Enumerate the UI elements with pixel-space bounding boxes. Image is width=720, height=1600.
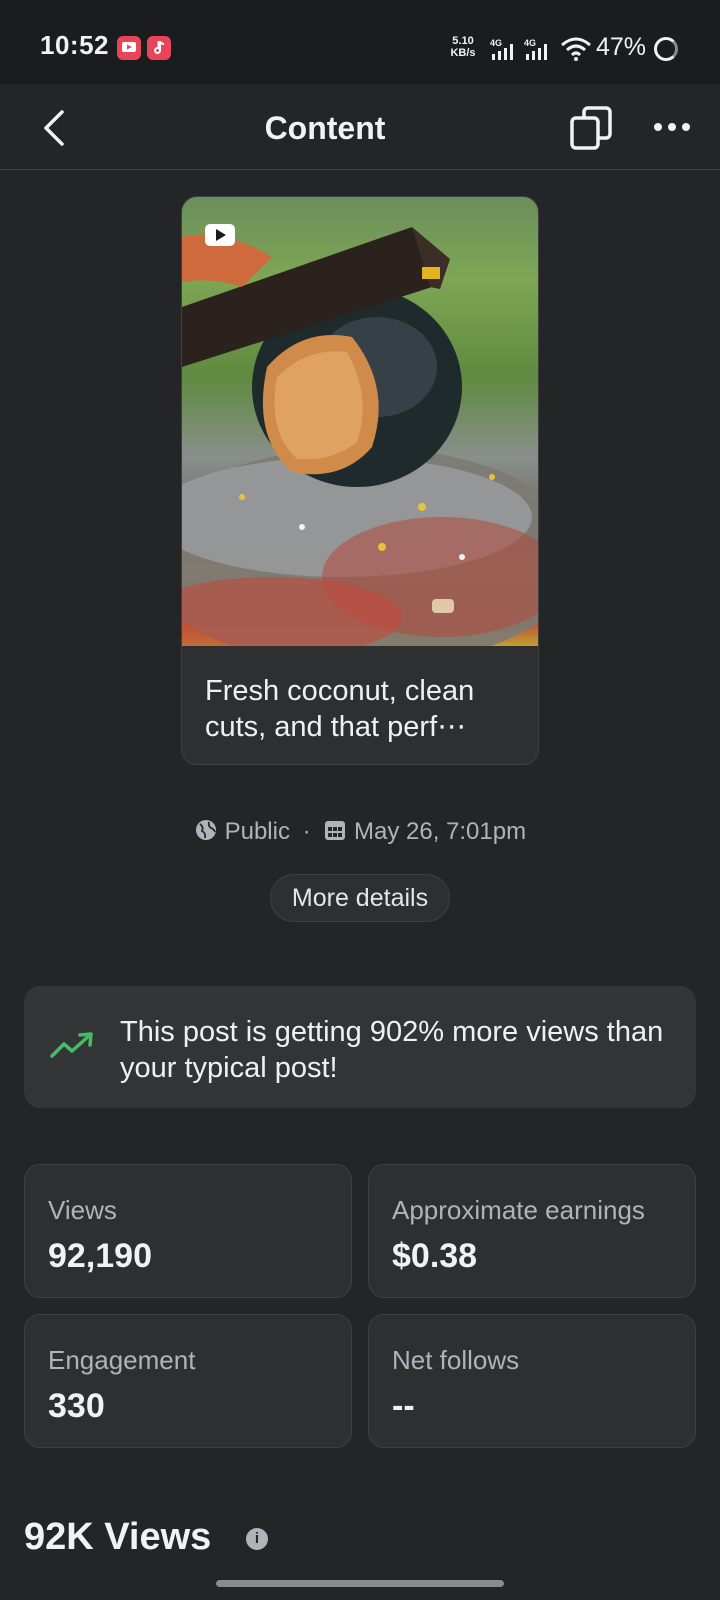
visibility-label: Public [224,818,290,845]
post-preview-card[interactable]: Fresh coconut, clean cuts, and that perf… [181,196,539,765]
status-bar: 10:52 5.10 KB/s 4G 4G 47% [0,0,720,84]
network-speed: 5.10 KB/s [450,35,476,59]
stat-label: Approximate earnings [392,1195,645,1225]
stat-label: Views [48,1195,117,1225]
meta-separator: · [302,818,311,845]
insight-text: This post is getting 902% more views tha… [120,1016,664,1084]
signal-label: 4G [490,38,502,48]
calendar-icon [325,821,346,840]
page-title: Content [264,110,386,146]
battery-icon [654,37,678,61]
post-meta: Public · May 26, 7:01pm [0,818,720,846]
home-indicator[interactable] [216,1580,504,1587]
post-date: May 26, 7:01pm [353,818,527,845]
more-options-button[interactable] [650,108,694,146]
app-header: Content [0,84,720,170]
views-section-title: 92K Views [24,1516,212,1558]
stat-value: $0.38 [392,1237,478,1275]
stat-card-engagement[interactable]: Engagement 330 [24,1314,352,1448]
coconut-photo-illustration [182,227,538,646]
globe-icon [195,820,216,840]
post-thumbnail[interactable] [182,197,538,646]
stat-value: 92,190 [48,1237,152,1275]
copy-icon [570,106,612,150]
stat-label: Engagement [48,1345,196,1375]
stat-card-views[interactable]: Views 92,190 [24,1164,352,1298]
signal-label: 4G [524,38,536,48]
wifi-icon [561,37,591,61]
trending-up-icon [50,1032,93,1058]
stat-card-earnings[interactable]: Approximate earnings $0.38 [368,1164,696,1298]
video-app-notification-icon [117,36,141,60]
video-play-icon [205,224,235,246]
more-details-button[interactable]: More details [270,874,450,922]
status-time: 10:52 [40,30,109,60]
stat-value: -- [392,1387,415,1425]
more-horizontal-icon [654,123,690,131]
info-icon[interactable]: i [246,1528,268,1550]
cell-signal-icon: 4G [490,38,513,60]
switch-view-button[interactable] [568,104,614,150]
battery-percent: 47% [596,33,647,61]
cell-signal-icon: 4G [524,38,547,60]
insight-banner: This post is getting 902% more views tha… [24,986,696,1108]
stat-label: Net follows [392,1345,520,1375]
post-caption: Fresh coconut, clean cuts, and that perf… [205,675,475,743]
music-app-notification-icon [147,36,171,60]
stat-value: 330 [48,1387,105,1425]
stat-card-net-follows[interactable]: Net follows -- [368,1314,696,1448]
